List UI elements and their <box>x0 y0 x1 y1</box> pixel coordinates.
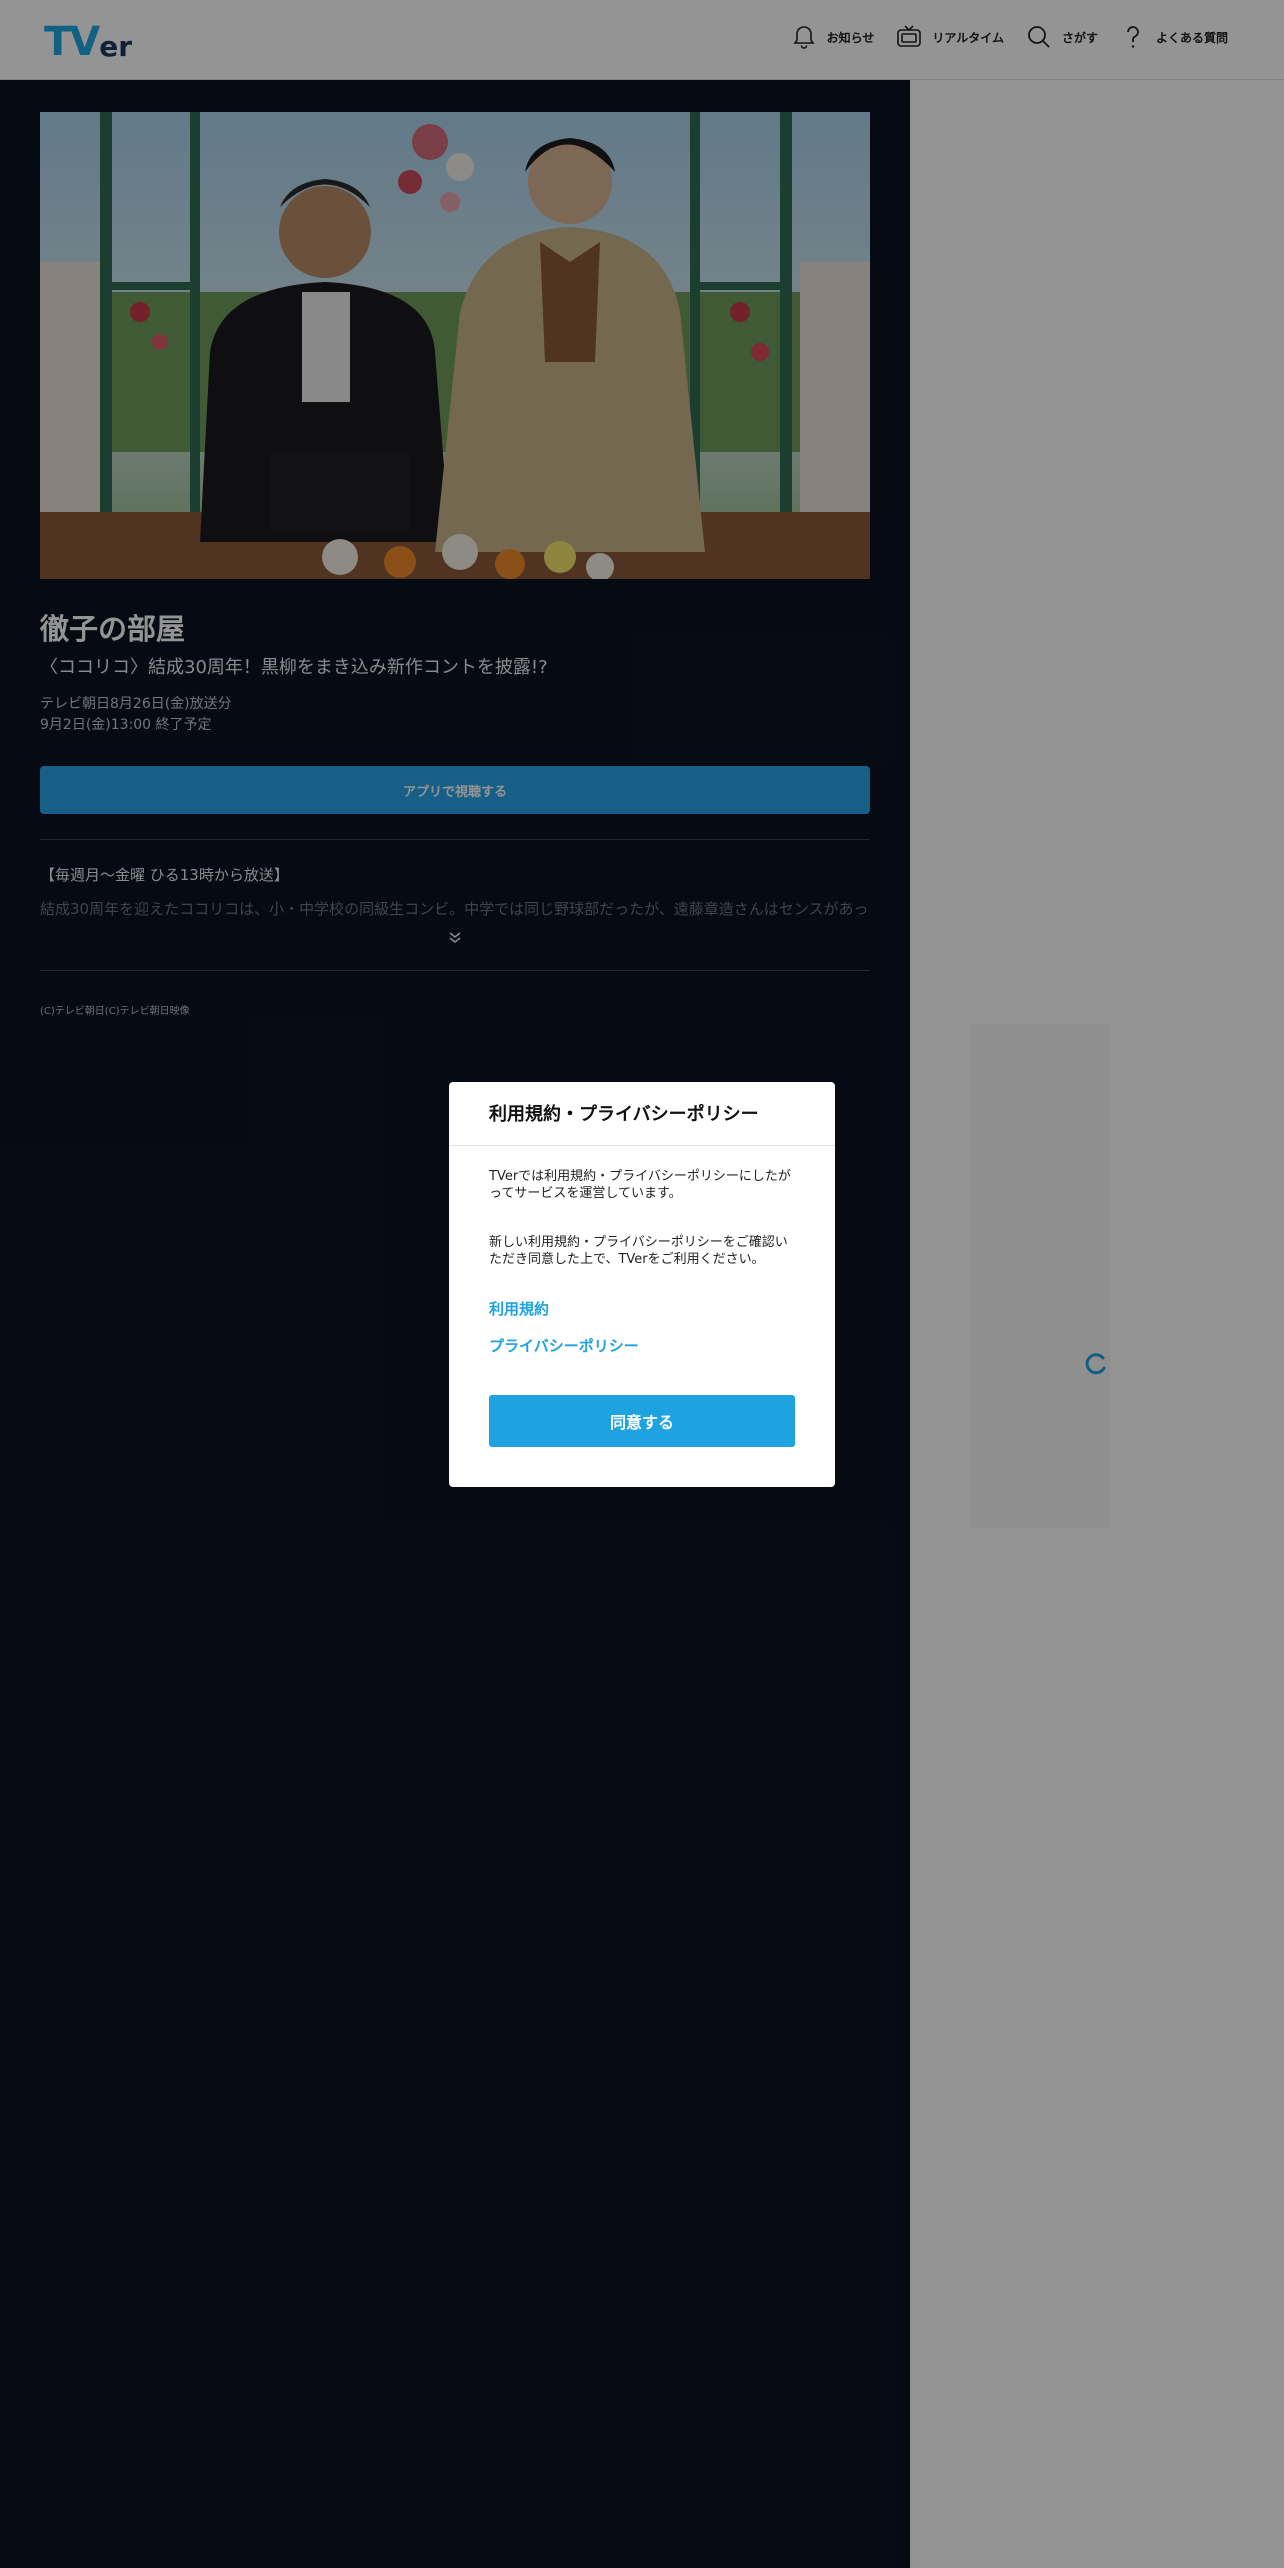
modal-title: 利用規約・プライバシーポリシー <box>449 1082 835 1146</box>
terms-link[interactable]: 利用規約 <box>489 1298 549 1319</box>
modal-paragraph: 新しい利用規約・プライバシーポリシーをご確認いただき同意した上で、TVerをご利… <box>489 1235 788 1267</box>
agree-button[interactable]: 同意する <box>489 1395 795 1447</box>
privacy-policy-link[interactable]: プライバシーポリシー <box>489 1335 639 1356</box>
terms-modal: 利用規約・プライバシーポリシー TVerでは利用規約・プライバシーポリシーにした… <box>449 1082 835 1487</box>
modal-paragraph: TVerでは利用規約・プライバシーポリシーにしたがってサービスを運営しています。 <box>489 1169 791 1201</box>
